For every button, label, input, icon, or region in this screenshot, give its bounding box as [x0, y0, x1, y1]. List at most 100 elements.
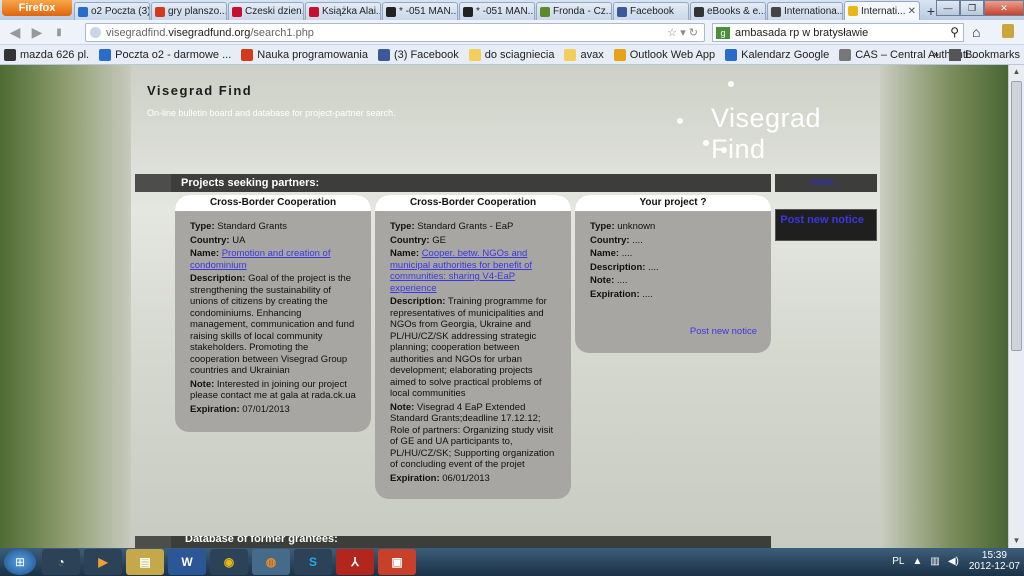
- home-icon[interactable]: ⌂: [972, 24, 980, 40]
- page-scrollbar[interactable]: ▲ ▼: [1008, 65, 1024, 548]
- browser-tab[interactable]: o2 Poczta (3): [74, 2, 150, 20]
- field-note: Visegrad 4 EaP Extended Standard Grants;…: [390, 401, 555, 471]
- post-new-notice-button[interactable]: Post new notice: [775, 209, 877, 241]
- bookmark-label: avax: [580, 48, 604, 61]
- field-name: ....: [621, 248, 633, 259]
- bookmark-label: Kalendarz Google: [741, 48, 830, 61]
- field-label: Note:: [190, 378, 215, 390]
- tray-arrow-icon[interactable]: ▲: [912, 556, 922, 567]
- bookmark-item[interactable]: Kalendarz Google: [725, 48, 830, 61]
- field-country: UA: [232, 234, 246, 246]
- bookmarks-menu-icon[interactable]: [1002, 24, 1014, 38]
- bookmark-item[interactable]: Nauka programowania: [241, 48, 368, 61]
- bookmark-label: Nauka programowania: [257, 48, 368, 61]
- close-tab-icon[interactable]: ✕: [908, 6, 916, 17]
- overflow-chevron-icon[interactable]: »: [933, 49, 939, 61]
- window-controls: — ❐ ✕: [936, 0, 1024, 16]
- bookmark-item[interactable]: Outlook Web App: [613, 48, 715, 61]
- scroll-up-arrow-icon[interactable]: ▲: [1009, 65, 1024, 79]
- network-icon[interactable]: ▥: [930, 556, 939, 567]
- tab-label: Czeski dzien...: [245, 6, 304, 17]
- word-icon[interactable]: W: [168, 549, 206, 575]
- site-identity-icon[interactable]: [90, 27, 101, 38]
- bookmark-favicon-icon: [241, 48, 254, 61]
- bookmark-favicon-icon: [4, 48, 16, 61]
- browser-tab[interactable]: Książka Alai...: [305, 2, 381, 20]
- more-link[interactable]: more...: [775, 174, 877, 192]
- url-host: visegradfund.org: [168, 26, 251, 39]
- chrome-icon[interactable]: ◉: [210, 549, 248, 575]
- card-header: Cross-Border Cooperation: [175, 195, 371, 211]
- project-card: Cross-Border Cooperation Type: Standard …: [175, 195, 371, 432]
- tab-favicon-icon: [848, 6, 858, 16]
- browser-tab[interactable]: Internationa...: [767, 2, 843, 20]
- back-arrow-icon[interactable]: ◀: [4, 24, 26, 41]
- tab-label: Książka Alai...: [322, 6, 381, 17]
- card-header: Cross-Border Cooperation: [375, 195, 571, 211]
- browser-tab[interactable]: eBooks & e...: [690, 2, 766, 20]
- browser-tab[interactable]: * -051 MAN...: [459, 2, 535, 20]
- browser-tab[interactable]: Facebook: [613, 2, 689, 20]
- calendar-icon: [725, 48, 738, 61]
- tab-label: * -051 MAN...: [476, 6, 535, 17]
- system-clock[interactable]: 15:39 2012-12-07: [969, 550, 1020, 572]
- search-engine-icon[interactable]: g: [716, 27, 730, 39]
- field-description: Training programme for representatives o…: [390, 296, 547, 399]
- signal-icon: ▮: [56, 26, 62, 38]
- section-heading: Database of former grantees:: [185, 536, 338, 545]
- bookmark-folder[interactable]: avax: [564, 48, 604, 61]
- minimize-button[interactable]: —: [936, 0, 960, 16]
- browser-tab-active[interactable]: Internati... ✕: [844, 1, 920, 20]
- start-button[interactable]: ⊞: [4, 549, 36, 575]
- url-bar[interactable]: visegradfind. visegradfund.org/search1.ph…: [85, 23, 705, 42]
- scrollbar-thumb[interactable]: [1011, 81, 1022, 351]
- field-label: Note:: [390, 401, 415, 413]
- close-window-button[interactable]: ✕: [984, 0, 1024, 16]
- search-input[interactable]: g ambasada rp w bratysławie ⚲: [712, 23, 964, 42]
- tab-label: Facebook: [630, 6, 674, 17]
- forward-arrow-icon[interactable]: ▶: [26, 24, 48, 41]
- maximize-button[interactable]: ❐: [960, 0, 984, 16]
- scroll-down-arrow-icon[interactable]: ▼: [1009, 534, 1024, 548]
- field-label: Name:: [590, 248, 620, 259]
- bookmark-item[interactable]: Poczta o2 - darmowe ...: [99, 48, 231, 61]
- bookmark-item[interactable]: mazda 626 pl.: [4, 48, 89, 61]
- volume-icon[interactable]: ◀): [948, 556, 959, 567]
- navigation-toolbar: ◀ ▶ ▮ visegradfind. visegradfund.org/sear…: [0, 20, 1024, 45]
- post-new-notice-link[interactable]: Post new notice: [590, 326, 757, 338]
- clock-time: 15:39: [981, 550, 1007, 561]
- tab-strip: Firefox o2 Poczta (3) gry planszo... Cze…: [0, 0, 1024, 20]
- bookmark-favicon-icon: [839, 48, 852, 61]
- bookmark-star-reload-icon[interactable]: ☆ ▾ ↻: [667, 26, 698, 39]
- browser-tab[interactable]: gry planszo...: [151, 2, 227, 20]
- firefox-menu-button[interactable]: Firefox: [2, 0, 72, 16]
- field-note: Interested in joining our project please…: [190, 378, 356, 402]
- tab-favicon-icon: [540, 6, 550, 17]
- section-header-accent: [135, 536, 171, 548]
- system-tray: PL ▲ ▥ ◀) 15:39 2012-12-07: [892, 550, 1020, 572]
- bookmark-folder[interactable]: do sciagniecia: [468, 48, 554, 61]
- browser-tab[interactable]: Fronda - Cz...: [536, 2, 612, 20]
- language-indicator[interactable]: PL: [892, 556, 904, 567]
- firefox-icon[interactable]: ◍: [252, 549, 290, 575]
- field-label: Name:: [190, 248, 220, 259]
- search-value: ambasada rp w bratysławie: [735, 26, 869, 39]
- bookmarks-menu[interactable]: » Bookmarks: [933, 48, 1020, 61]
- acrobat-icon[interactable]: ⅄: [336, 549, 374, 575]
- presentation-app-icon[interactable]: ▣: [378, 549, 416, 575]
- field-expiration: ....: [642, 288, 653, 300]
- explorer-icon[interactable]: ▤: [126, 549, 164, 575]
- project-card: Cross-Border Cooperation Type: Standard …: [375, 195, 571, 499]
- bookmark-item[interactable]: (3) Facebook: [377, 48, 459, 61]
- tab-label: o2 Poczta (3): [91, 6, 150, 17]
- browser-tab[interactable]: * -051 MAN...: [382, 2, 458, 20]
- clock-app-icon[interactable]: ◔: [42, 549, 80, 575]
- field-label: Note:: [590, 275, 615, 286]
- skype-icon[interactable]: S: [294, 549, 332, 575]
- media-player-icon[interactable]: ▶: [84, 549, 122, 575]
- card-header: Your project ?: [575, 195, 771, 211]
- windows-taskbar: ⊞ ◔ ▶ ▤ W ◉ ◍ S ⅄ ▣ PL ▲ ▥ ◀) 15:39 2012…: [0, 548, 1024, 576]
- browser-tab[interactable]: Czeski dzien...: [228, 2, 304, 20]
- magnifier-icon[interactable]: ⚲: [950, 25, 959, 39]
- field-type: Standard Grants: [217, 221, 287, 232]
